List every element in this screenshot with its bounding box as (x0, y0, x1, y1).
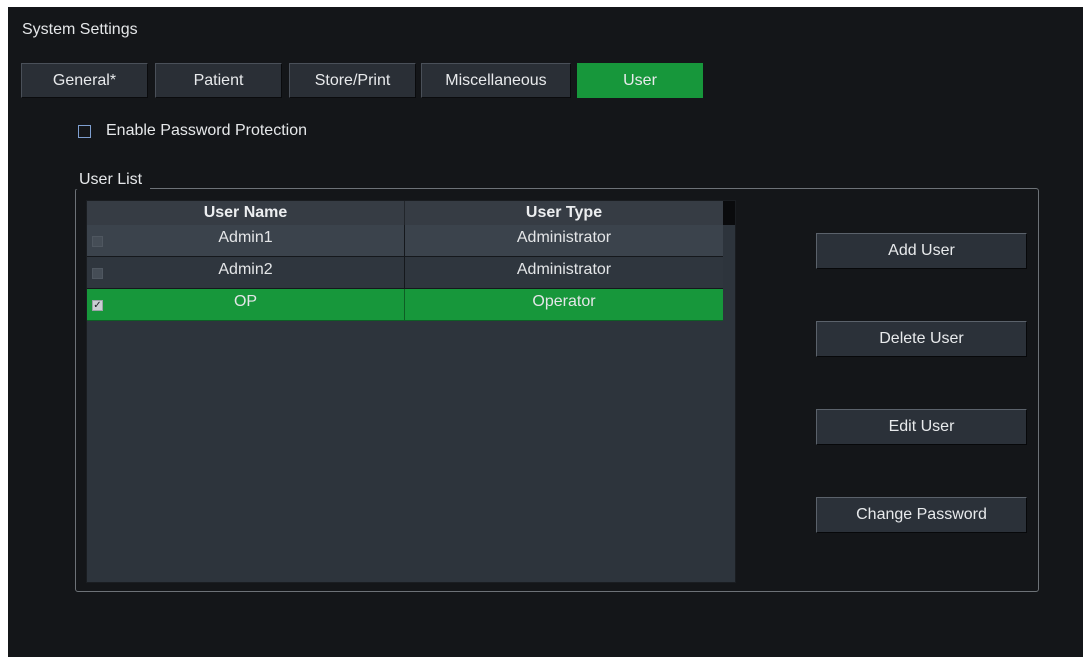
user-name-text: Admin1 (218, 229, 273, 246)
tab-store-print[interactable]: Store/Print (289, 63, 416, 98)
cell-user-name: Admin1 (87, 225, 405, 256)
password-protection-checkbox[interactable] (78, 124, 91, 138)
tab-general[interactable]: General* (21, 63, 148, 98)
table-row-admin2[interactable]: Admin2 Administrator (87, 257, 723, 289)
column-header-user-type[interactable]: User Type (405, 201, 723, 225)
user-name-text: Admin2 (218, 261, 273, 278)
password-protection-label: Enable Password Protection (106, 122, 307, 139)
table-scrollbar[interactable] (723, 201, 735, 225)
edit-user-label: Edit User (888, 418, 955, 435)
tab-miscellaneous-label: Miscellaneous (445, 71, 547, 89)
cell-user-type: Administrator (516, 229, 612, 246)
user-table-header: User Name User Type (87, 201, 723, 225)
row-checkbox-checked[interactable]: ✓ (92, 300, 103, 311)
tab-patient[interactable]: Patient (155, 63, 282, 98)
tab-miscellaneous[interactable]: Miscellaneous (421, 63, 571, 98)
add-user-label: Add User (888, 242, 955, 259)
window-title: System Settings (22, 21, 138, 38)
tab-general-label: General* (52, 71, 117, 89)
tab-store-print-label: Store/Print (314, 71, 391, 89)
user-name-text: OP (233, 293, 258, 310)
edit-user-button[interactable]: Edit User (816, 409, 1027, 445)
change-password-button[interactable]: Change Password (816, 497, 1027, 533)
password-protection-row: Enable Password Protection (78, 122, 307, 140)
tab-patient-label: Patient (193, 71, 244, 89)
delete-user-button[interactable]: Delete User (816, 321, 1027, 357)
cell-user-name: ✓ OP (87, 289, 405, 320)
delete-user-label: Delete User (879, 330, 964, 347)
change-password-label: Change Password (856, 506, 987, 523)
add-user-button[interactable]: Add User (816, 233, 1027, 269)
table-row-admin1[interactable]: Admin1 Administrator (87, 225, 723, 257)
cell-user-type: Administrator (516, 261, 612, 278)
row-checkbox[interactable] (92, 268, 103, 279)
column-header-user-name[interactable]: User Name (87, 201, 405, 225)
table-row-op[interactable]: ✓ OP Operator (87, 289, 723, 321)
cell-user-type: Operator (532, 293, 596, 310)
user-list-legend: User List (71, 171, 151, 189)
tab-user[interactable]: User (577, 63, 703, 98)
user-table: User Name User Type Admin1 Administrator… (86, 200, 736, 583)
system-settings-window: System Settings General* Patient Store/P… (8, 7, 1083, 657)
row-checkbox[interactable] (92, 236, 103, 247)
cell-user-name: Admin2 (87, 257, 405, 288)
tab-user-label: User (623, 71, 657, 89)
